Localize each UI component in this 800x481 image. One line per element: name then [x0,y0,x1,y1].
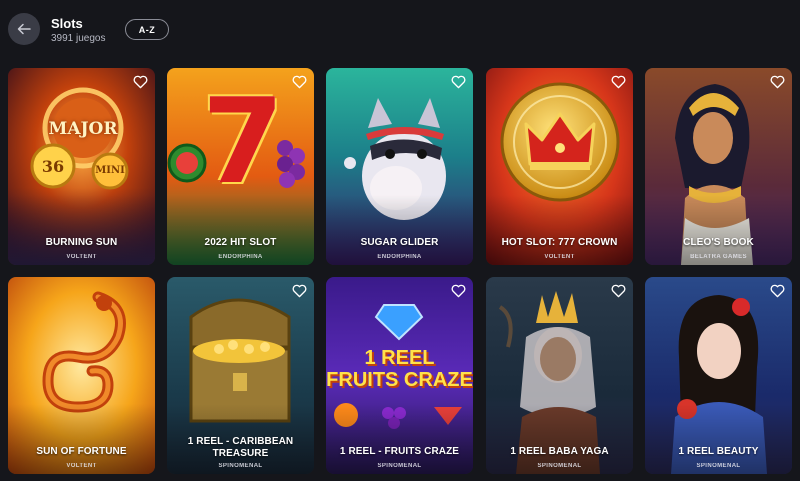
game-card[interactable]: 1 REEL BABA YAGA SPINOMENAL [486,277,633,474]
games-count: 3991 juegos [51,33,106,44]
art-label-mini: MINI [95,165,125,176]
game-name: 2022 HIT SLOT [204,237,277,248]
game-name: SUGAR GLIDER [360,237,439,248]
game-card[interactable]: CLEO'S BOOK BELATRA GAMES [645,68,792,265]
game-card[interactable]: MAJOR 36 MINI BURNING SUN VOLTENT [8,68,155,265]
game-provider: SPINOMENAL [377,463,422,469]
game-provider: SPINOMENAL [537,463,582,469]
heart-outline-icon[interactable] [611,75,626,89]
game-provider: BELATRA GAMES [690,254,747,260]
game-name: SUN OF FORTUNE [36,446,127,457]
art-label-major: MAJOR [48,119,118,139]
heart-outline-icon[interactable] [770,284,785,298]
heart-outline-icon[interactable] [770,75,785,89]
heart-outline-icon[interactable] [451,284,466,298]
game-provider: ENDORPHINA [218,254,263,260]
art-label-num: 36 [41,157,65,176]
game-name: 1 REEL BABA YAGA [510,446,609,457]
game-card[interactable]: 1 REEL - CARIBBEAN TREASURE SPINOMENAL [167,277,314,474]
game-name: 1 REEL - FRUITS CRAZE [339,446,460,457]
page-header: Slots 3991 juegos A-Z [0,0,800,60]
heart-outline-icon[interactable] [292,284,307,298]
game-provider: VOLTENT [544,254,575,260]
game-card[interactable]: 1 REEL BEAUTY SPINOMENAL [645,277,792,474]
art-label-fruits-2: FRUITS CRAZE [326,369,473,391]
game-name: HOT SLOT: 777 CROWN [501,237,618,248]
game-provider: SPINOMENAL [696,463,741,469]
arrow-left-icon [17,23,31,35]
art-label-fruits-1: 1 REEL [364,347,435,369]
art-label-seven: 7 [202,72,285,210]
back-button[interactable] [8,13,40,45]
game-provider: VOLTENT [66,463,97,469]
heart-outline-icon[interactable] [292,75,307,89]
game-card[interactable]: SUGAR GLIDER ENDORPHINA [326,68,473,265]
game-provider: VOLTENT [66,254,97,260]
game-name: 1 REEL - CARIBBEAN TREASURE [187,436,294,459]
game-provider: SPINOMENAL [218,463,263,469]
games-grid: MAJOR 36 MINI BURNING SUN VOLTENT 7 2022… [8,68,794,474]
page-title: Slots [51,16,83,31]
heart-outline-icon[interactable] [133,75,148,89]
heart-outline-icon[interactable] [611,284,626,298]
game-name: 1 REEL BEAUTY [678,446,759,457]
game-provider: ENDORPHINA [377,254,422,260]
title-block: Slots 3991 juegos [51,16,106,45]
game-card[interactable]: 1 REEL FRUITS CRAZE 1 REEL - FRUITS CRAZ… [326,277,473,474]
game-name: CLEO'S BOOK [683,237,754,248]
game-name: BURNING SUN [45,237,118,248]
game-card[interactable]: HOT SLOT: 777 CROWN VOLTENT [486,68,633,265]
heart-outline-icon[interactable] [451,75,466,89]
game-card[interactable]: 7 2022 HIT SLOT ENDORPHINA [167,68,314,265]
sort-az-button[interactable]: A-Z [125,19,169,40]
game-card[interactable]: SUN OF FORTUNE VOLTENT [8,277,155,474]
